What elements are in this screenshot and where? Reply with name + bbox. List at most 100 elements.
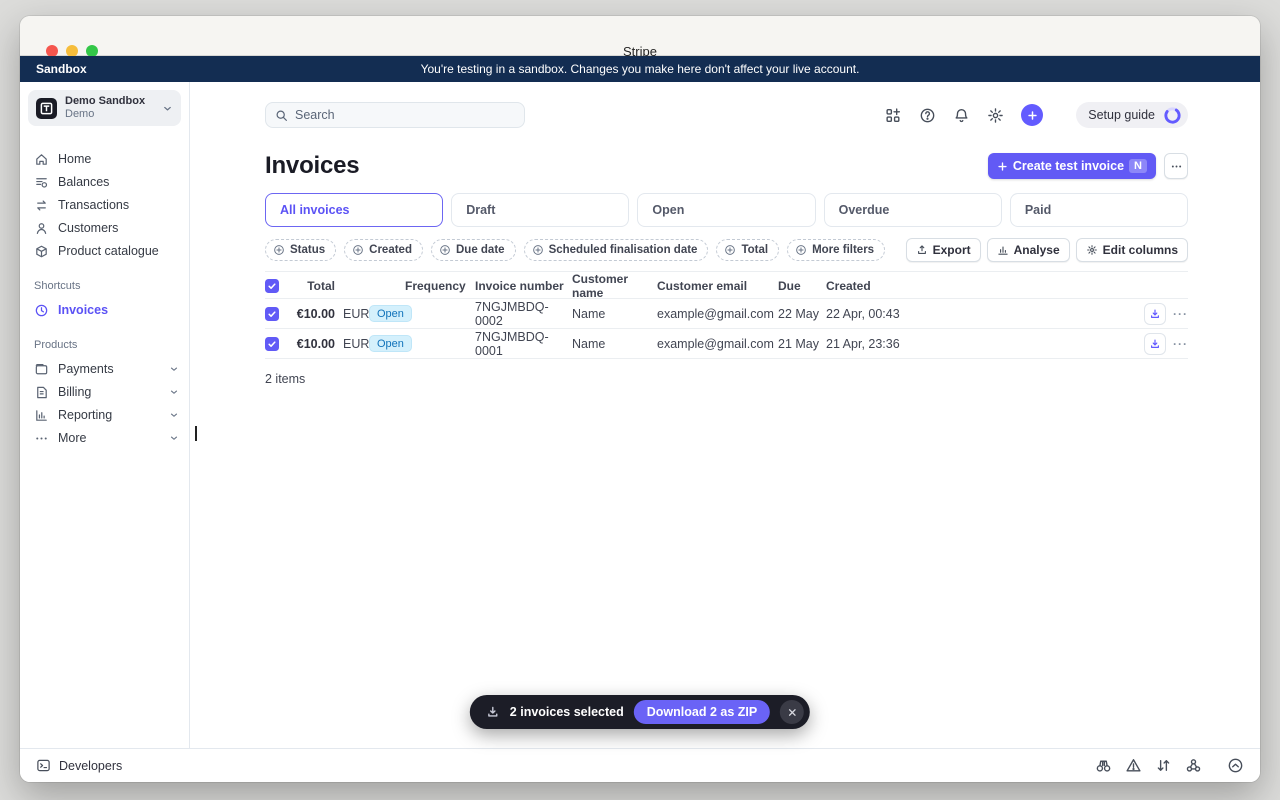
sidebar-item-home[interactable]: Home	[20, 148, 189, 170]
errors-warning-icon[interactable]	[1125, 757, 1142, 774]
search-icon	[275, 109, 288, 122]
sidebar-item-balances[interactable]: Balances	[20, 171, 189, 193]
developers-button[interactable]: Developers	[36, 758, 122, 773]
account-logo	[36, 98, 57, 119]
tab-open[interactable]: Open	[637, 193, 815, 227]
payments-icon	[34, 362, 49, 377]
titlebar: Stripe	[20, 16, 1260, 56]
download-zip-button[interactable]: Download 2 as ZIP	[634, 700, 770, 724]
filter-chips: Status Created Due date Scheduled finali…	[265, 239, 885, 261]
notifications-bell-icon[interactable]	[953, 107, 970, 124]
column-customer-email[interactable]: Customer email	[657, 279, 778, 293]
export-icon	[916, 244, 928, 256]
chevron-down-icon	[169, 387, 179, 397]
filter-total[interactable]: Total	[716, 239, 779, 261]
filter-created[interactable]: Created	[344, 239, 423, 261]
api-requests-arrows-icon[interactable]	[1155, 757, 1172, 774]
cell-invoice-number: 7NGJMBDQ-0002	[458, 300, 572, 328]
filter-scheduled-finalisation-date[interactable]: Scheduled finalisation date	[524, 239, 709, 261]
terminal-icon	[36, 758, 51, 773]
home-icon	[34, 152, 49, 167]
tab-all-invoices[interactable]: All invoices	[265, 193, 443, 227]
chevron-down-icon	[169, 433, 179, 443]
column-created[interactable]: Created	[826, 279, 1136, 293]
create-test-invoice-button[interactable]: Create test invoice N	[988, 153, 1156, 179]
download-invoice-button[interactable]	[1144, 333, 1166, 355]
export-button[interactable]: Export	[906, 238, 981, 262]
tab-paid[interactable]: Paid	[1010, 193, 1188, 227]
row-overflow-button[interactable]: ···	[1173, 307, 1188, 321]
table-row[interactable]: €10.00 EUR Open 7NGJMBDQ-0001 Name examp…	[265, 329, 1188, 359]
setup-guide-button[interactable]: Setup guide	[1076, 102, 1188, 128]
column-customer-name[interactable]: Customer name	[572, 272, 657, 300]
reporting-icon	[34, 408, 49, 423]
column-total[interactable]: Total	[291, 279, 335, 293]
plus-circle-icon	[439, 244, 451, 256]
row-checkbox[interactable]	[265, 307, 279, 321]
apps-grid-icon[interactable]	[885, 107, 902, 124]
sandbox-banner: Sandbox You're testing in a sandbox. Cha…	[20, 56, 1260, 82]
cell-created: 21 Apr, 23:36	[826, 337, 1136, 351]
filter-status[interactable]: Status	[265, 239, 336, 261]
edit-columns-button[interactable]: Edit columns	[1076, 238, 1188, 262]
sidebar: Demo Sandbox Demo Home	[20, 82, 190, 748]
tab-draft[interactable]: Draft	[451, 193, 629, 227]
settings-gear-icon[interactable]	[987, 107, 1004, 124]
download-icon	[486, 705, 500, 719]
cell-total: €10.00	[291, 337, 335, 351]
product-catalogue-icon	[34, 244, 49, 259]
filter-more-filters[interactable]: More filters	[787, 239, 885, 261]
page-overflow-button[interactable]	[1164, 153, 1188, 179]
search-box[interactable]	[265, 102, 525, 128]
column-frequency[interactable]: Frequency	[405, 279, 458, 293]
download-invoice-button[interactable]	[1144, 303, 1166, 325]
customers-icon	[34, 221, 49, 236]
cell-customer-email: example@gmail.com	[657, 337, 778, 351]
collapse-chevron-up-icon[interactable]	[1227, 757, 1244, 774]
close-icon[interactable]	[780, 700, 804, 724]
row-checkbox[interactable]	[265, 337, 279, 351]
gear-icon	[1086, 244, 1098, 256]
sidebar-item-product-catalogue[interactable]: Product catalogue	[20, 240, 189, 262]
invoice-status-tabs: All invoices Draft Open Overdue Paid	[265, 193, 1188, 227]
sidebar-item-transactions[interactable]: Transactions	[20, 194, 189, 216]
cell-customer-name: Name	[572, 307, 657, 321]
inspect-binoculars-icon[interactable]	[1095, 757, 1112, 774]
help-icon[interactable]	[919, 107, 936, 124]
sidebar-item-billing[interactable]: Billing	[20, 381, 189, 403]
sidebar-item-customers[interactable]: Customers	[20, 217, 189, 239]
select-all-checkbox[interactable]	[265, 279, 279, 293]
page-title: Invoices	[265, 152, 359, 180]
billing-icon	[34, 385, 49, 400]
cell-invoice-number: 7NGJMBDQ-0001	[458, 330, 572, 358]
filter-due-date[interactable]: Due date	[431, 239, 516, 261]
account-switcher[interactable]: Demo Sandbox Demo	[28, 90, 181, 126]
sidebar-item-payments[interactable]: Payments	[20, 358, 189, 380]
chevron-down-icon	[162, 103, 173, 114]
setup-progress-ring	[1163, 106, 1182, 125]
column-invoice-number[interactable]: Invoice number	[458, 279, 572, 293]
create-plus-button[interactable]	[1021, 104, 1043, 126]
invoices-table: Total Frequency Invoice number Customer …	[265, 271, 1188, 359]
row-overflow-button[interactable]: ···	[1173, 337, 1188, 351]
analyse-button[interactable]: Analyse	[987, 238, 1070, 262]
plus-circle-icon	[795, 244, 807, 256]
selection-toast: 2 invoices selected Download 2 as ZIP	[470, 695, 810, 729]
search-input[interactable]	[295, 108, 515, 122]
sidebar-item-more[interactable]: More	[20, 427, 189, 449]
account-name: Demo Sandbox	[65, 95, 154, 108]
cell-due: 22 May	[778, 307, 826, 321]
sidebar-item-invoices[interactable]: Invoices	[20, 299, 189, 321]
webhooks-icon[interactable]	[1185, 757, 1202, 774]
transactions-icon	[34, 198, 49, 213]
status-badge: Open	[369, 305, 412, 322]
table-row[interactable]: €10.00 EUR Open 7NGJMBDQ-0002 Name examp…	[265, 299, 1188, 329]
toast-message: 2 invoices selected	[510, 705, 624, 719]
chevron-down-icon	[169, 364, 179, 374]
cell-total: €10.00	[291, 307, 335, 321]
tab-overdue[interactable]: Overdue	[824, 193, 1002, 227]
sidebar-item-reporting[interactable]: Reporting	[20, 404, 189, 426]
cell-currency: EUR	[335, 307, 369, 321]
column-due[interactable]: Due	[778, 279, 826, 293]
table-header-row: Total Frequency Invoice number Customer …	[265, 272, 1188, 299]
